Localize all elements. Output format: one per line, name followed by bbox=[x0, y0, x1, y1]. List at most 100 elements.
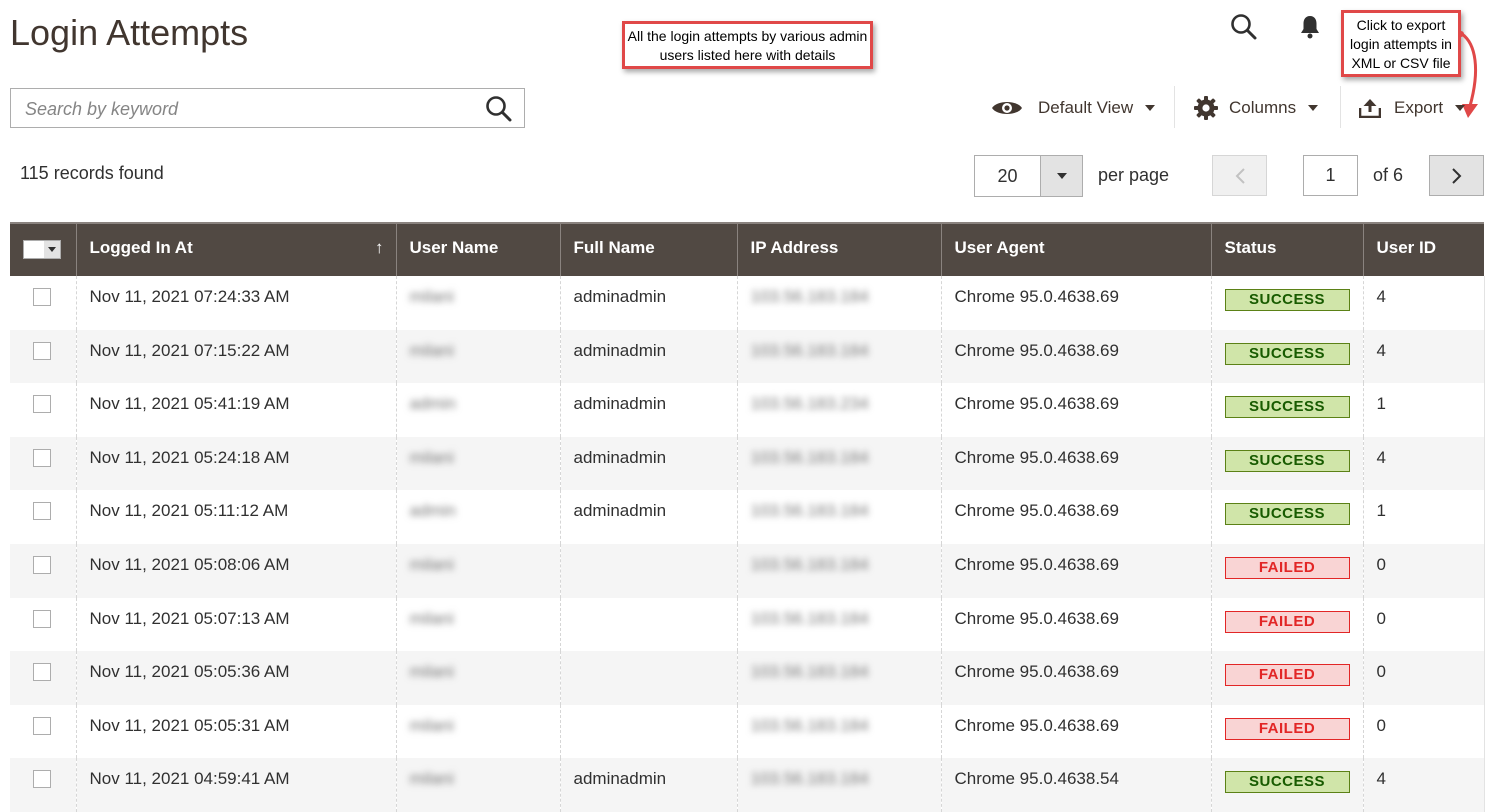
status-badge: SUCCESS bbox=[1224, 503, 1350, 526]
table-row[interactable]: Nov 11, 2021 05:24:18 AM milani adminadmin… bbox=[10, 436, 1485, 491]
table-row[interactable]: Nov 11, 2021 04:59:41 AM milani adminadmin… bbox=[10, 758, 1485, 812]
table-row[interactable]: Nov 11, 2021 05:41:19 AM admin adminadmin 1… bbox=[10, 383, 1485, 437]
row-select-cell bbox=[10, 490, 76, 544]
export-dropdown[interactable]: Export bbox=[1359, 92, 1466, 124]
chevron-down-icon bbox=[1308, 105, 1319, 111]
search-input[interactable] bbox=[23, 90, 467, 128]
table-row[interactable]: Nov 11, 2021 05:11:12 AM admin adminadmin 1… bbox=[10, 490, 1485, 544]
full-name-cell: adminadmin bbox=[559, 329, 737, 384]
status-cell: SUCCESS bbox=[1210, 758, 1363, 812]
user-name-cell: milani bbox=[395, 758, 560, 812]
row-select-cell bbox=[10, 276, 76, 330]
user-id-cell: 0 bbox=[1362, 597, 1485, 652]
full-name-cell: adminadmin bbox=[559, 758, 737, 812]
table-row[interactable]: Nov 11, 2021 05:05:36 AM milani 103.56.183… bbox=[10, 651, 1485, 705]
user-agent-cell: Chrome 95.0.4638.69 bbox=[940, 543, 1211, 598]
global-search-icon[interactable] bbox=[1230, 13, 1258, 41]
chevron-down-icon bbox=[48, 247, 56, 252]
search-button[interactable] bbox=[484, 95, 514, 123]
logged-in-at-cell: Nov 11, 2021 05:24:18 AM bbox=[75, 436, 396, 491]
table-row[interactable]: Nov 11, 2021 05:07:13 AM milani 103.56.183… bbox=[10, 597, 1485, 652]
user-agent-cell: Chrome 95.0.4638.69 bbox=[940, 704, 1211, 759]
default-view-dropdown[interactable]: Default View bbox=[991, 92, 1156, 124]
column-header-ip-address[interactable]: IP Address bbox=[736, 222, 941, 276]
row-checkbox[interactable] bbox=[33, 663, 51, 682]
user-name-cell: milani bbox=[395, 704, 560, 759]
row-select-cell bbox=[10, 543, 76, 598]
column-header-logged-in-at[interactable]: Logged In At ↑ bbox=[75, 222, 396, 276]
status-cell: SUCCESS bbox=[1210, 490, 1363, 544]
ip-address-redacted: 103.56.183.184 bbox=[750, 554, 869, 574]
user-id-cell: 4 bbox=[1362, 329, 1485, 384]
ip-address-redacted: 103.56.183.184 bbox=[750, 447, 869, 467]
status-badge: SUCCESS bbox=[1224, 342, 1350, 365]
logged-in-at-cell: Nov 11, 2021 07:15:22 AM bbox=[75, 329, 396, 384]
bell-icon[interactable] bbox=[1299, 14, 1321, 40]
user-id-cell: 0 bbox=[1362, 543, 1485, 598]
chevron-down-icon bbox=[1145, 105, 1156, 111]
user-name-redacted: admin bbox=[409, 394, 456, 414]
row-checkbox[interactable] bbox=[33, 770, 51, 789]
row-checkbox[interactable] bbox=[33, 555, 51, 574]
row-checkbox[interactable] bbox=[33, 448, 51, 467]
user-id-cell: 0 bbox=[1362, 704, 1485, 759]
search-icon bbox=[486, 96, 512, 122]
full-name-cell bbox=[559, 704, 737, 759]
user-id-cell: 1 bbox=[1362, 490, 1485, 544]
user-name-redacted: milani bbox=[409, 608, 454, 628]
row-checkbox[interactable] bbox=[33, 716, 51, 735]
ip-address-cell: 103.56.183.184 bbox=[736, 651, 941, 705]
user-id-cell: 0 bbox=[1362, 651, 1485, 705]
gear-icon bbox=[1194, 96, 1218, 120]
default-view-label: Default View bbox=[1038, 98, 1134, 117]
table-row[interactable]: Nov 11, 2021 07:15:22 AM milani adminadmin… bbox=[10, 329, 1485, 384]
full-name-cell: adminadmin bbox=[559, 490, 737, 544]
row-checkbox[interactable] bbox=[33, 395, 51, 414]
user-name-redacted: milani bbox=[409, 447, 454, 467]
column-header-user-agent[interactable]: User Agent bbox=[940, 222, 1211, 276]
status-badge: FAILED bbox=[1224, 717, 1350, 740]
table-row[interactable]: Nov 11, 2021 05:05:31 AM milani 103.56.183… bbox=[10, 704, 1485, 759]
user-name-redacted: milani bbox=[409, 287, 454, 306]
row-checkbox[interactable] bbox=[33, 609, 51, 628]
logged-in-at-cell: Nov 11, 2021 05:41:19 AM bbox=[75, 383, 396, 437]
user-id-cell: 4 bbox=[1362, 436, 1485, 491]
per-page-toggle[interactable] bbox=[1041, 156, 1082, 196]
chevron-down-icon bbox=[1056, 173, 1067, 179]
ip-address-cell: 103.56.183.184 bbox=[736, 276, 941, 330]
current-page-input[interactable] bbox=[1303, 155, 1358, 196]
previous-page-button[interactable] bbox=[1212, 155, 1267, 196]
ip-address-cell: 103.56.183.184 bbox=[736, 329, 941, 384]
user-name-cell: milani bbox=[395, 276, 560, 330]
status-badge: SUCCESS bbox=[1224, 449, 1350, 472]
ip-address-cell: 103.56.183.184 bbox=[736, 597, 941, 652]
table-row[interactable]: Nov 11, 2021 05:08:06 AM milani 103.56.183… bbox=[10, 543, 1485, 598]
per-page-select[interactable]: 20 bbox=[974, 155, 1083, 197]
full-name-cell bbox=[559, 597, 737, 652]
user-agent-cell: Chrome 95.0.4638.69 bbox=[940, 651, 1211, 705]
user-name-redacted: milani bbox=[409, 340, 454, 360]
row-checkbox[interactable] bbox=[33, 341, 51, 360]
page-title: Login Attempts bbox=[10, 12, 249, 53]
column-header-full-name[interactable]: Full Name bbox=[559, 222, 737, 276]
full-name-cell bbox=[559, 651, 737, 705]
mass-select-dropdown[interactable] bbox=[23, 240, 61, 259]
full-name-cell: adminadmin bbox=[559, 436, 737, 491]
user-name-cell: milani bbox=[395, 436, 560, 491]
user-name-redacted: admin bbox=[409, 501, 456, 521]
sort-ascending-icon: ↑ bbox=[375, 238, 384, 257]
row-checkbox[interactable] bbox=[33, 288, 51, 306]
column-header-user-name[interactable]: User Name bbox=[395, 222, 560, 276]
table-row[interactable]: Nov 11, 2021 07:24:33 AM milani adminadmin… bbox=[10, 276, 1485, 330]
ip-address-redacted: 103.56.183.184 bbox=[750, 662, 869, 682]
columns-dropdown[interactable]: Columns bbox=[1193, 92, 1319, 124]
column-header-status[interactable]: Status bbox=[1210, 222, 1363, 276]
row-checkbox[interactable] bbox=[33, 502, 51, 521]
user-agent-cell: Chrome 95.0.4638.69 bbox=[940, 329, 1211, 384]
column-header-user-id[interactable]: User ID bbox=[1362, 222, 1484, 276]
status-cell: SUCCESS bbox=[1210, 276, 1363, 330]
user-name-cell: admin bbox=[395, 490, 560, 544]
user-agent-cell: Chrome 95.0.4638.69 bbox=[940, 436, 1211, 491]
status-badge: SUCCESS bbox=[1224, 396, 1350, 419]
next-page-button[interactable] bbox=[1429, 155, 1484, 196]
